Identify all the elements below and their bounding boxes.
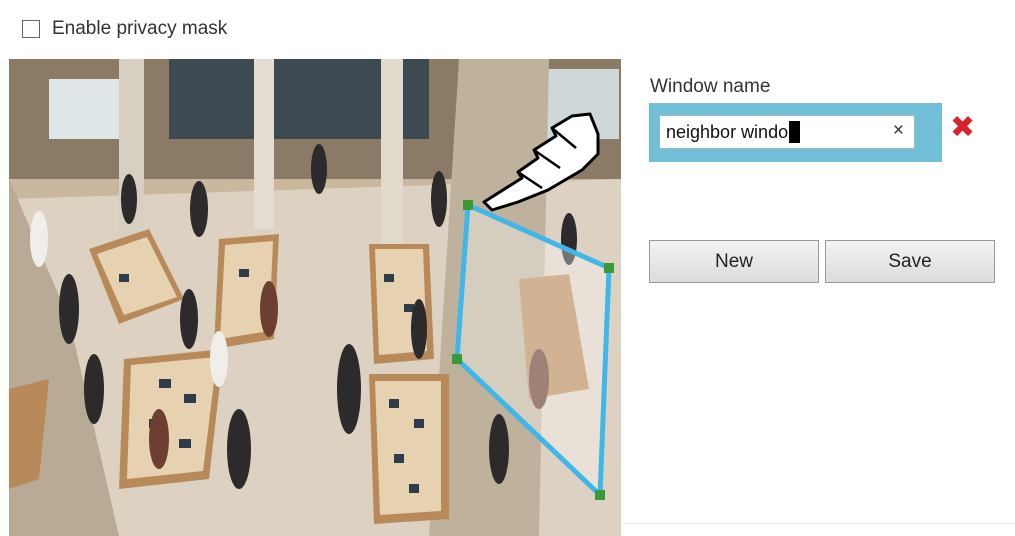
window-name-input[interactable]: neighbor windo × <box>659 115 915 149</box>
window-name-value: neighbor windo <box>666 121 789 142</box>
enable-privacy-mask-label: Enable privacy mask <box>52 18 228 39</box>
window-name-field-highlight: neighbor windo × <box>649 103 942 162</box>
text-caret <box>789 121 801 143</box>
new-button[interactable]: New <box>649 240 819 283</box>
clear-icon[interactable]: × <box>893 120 904 142</box>
save-button[interactable]: Save <box>825 240 995 283</box>
divider <box>625 523 1015 524</box>
enable-privacy-mask-checkbox[interactable] <box>22 20 40 38</box>
hand-pointer-icon <box>482 112 600 212</box>
delete-icon[interactable]: ✖ <box>950 113 975 143</box>
enable-privacy-mask-row[interactable]: Enable privacy mask <box>22 18 227 40</box>
window-name-label: Window name <box>650 76 771 97</box>
privacy-mask-panel: Enable privacy mask Window name neighbor… <box>0 0 1015 536</box>
